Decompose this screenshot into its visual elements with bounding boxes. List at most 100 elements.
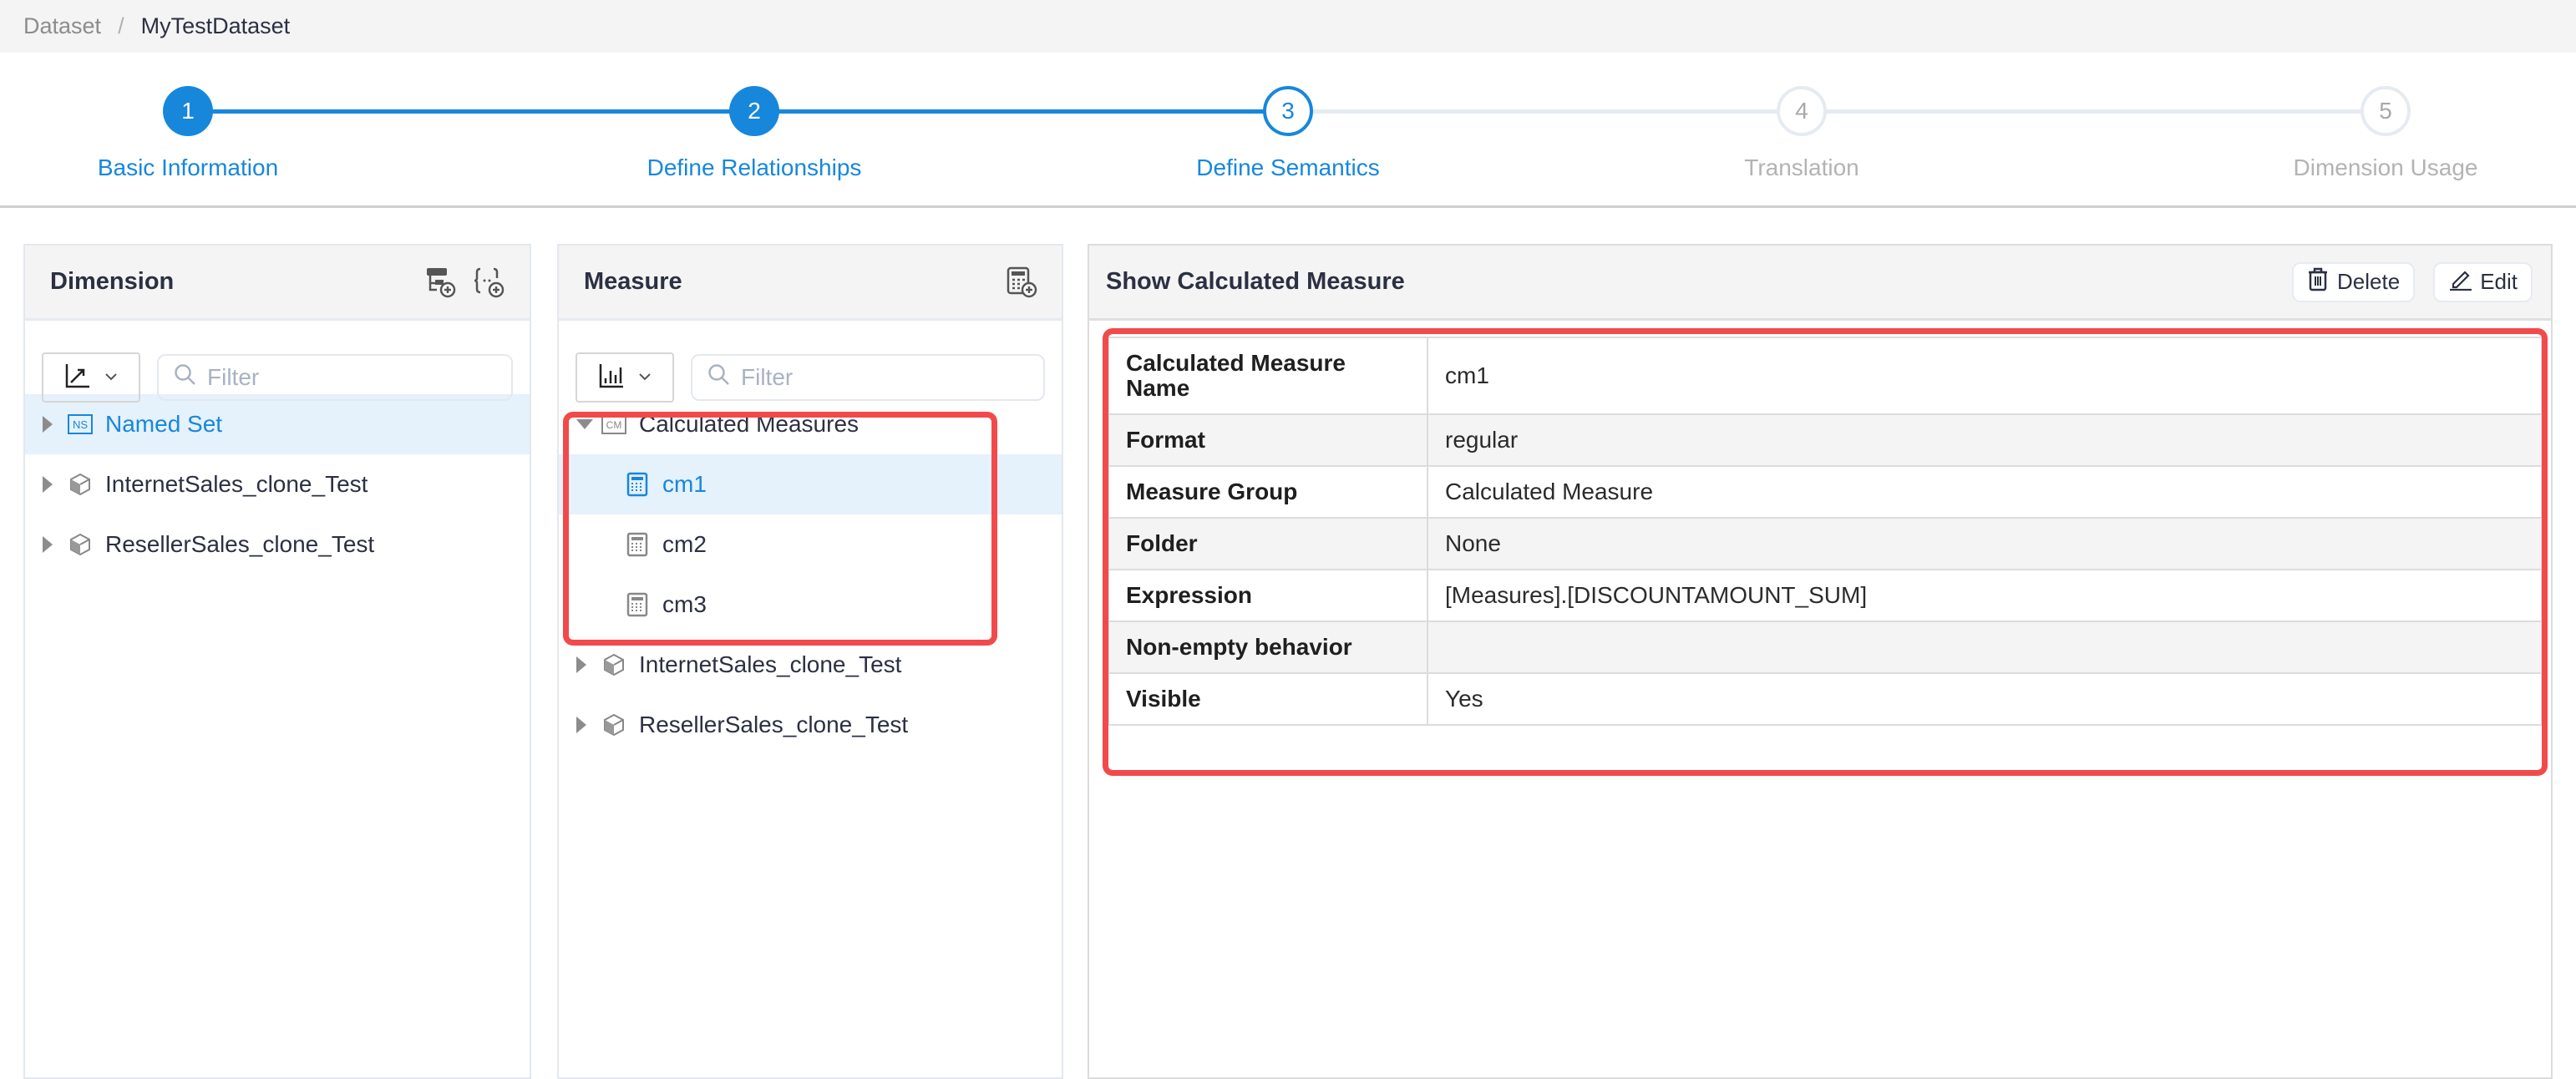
detail-panel-header: Show Calculated Measure Delete Edit (1089, 246, 2551, 321)
calculator-icon (624, 531, 651, 558)
trend-chart-icon (64, 362, 91, 393)
edit-button[interactable]: Edit (2433, 261, 2533, 302)
add-calculated-measure-icon[interactable] (1005, 266, 1038, 299)
step-number: 1 (163, 86, 213, 136)
delete-label: Delete (2337, 269, 2401, 294)
step-define-relationships[interactable]: 2 Define Relationships (587, 86, 921, 181)
dimension-panel-title: Dimension (50, 268, 175, 295)
calculator-icon (624, 591, 651, 618)
tree-item-named-set[interactable]: NS Named Set (25, 394, 530, 454)
property-key: Non-empty behavior (1108, 621, 1428, 674)
named-set-icon: NS (67, 411, 94, 438)
property-value: regular (1427, 413, 2543, 467)
wizard-steps: 1 Basic Information 2 Define Relationshi… (0, 53, 2576, 208)
property-key: Format (1108, 413, 1428, 467)
search-icon (707, 363, 731, 393)
tree-item-label: InternetSales_clone_Test (639, 651, 902, 677)
tree-item-resellersales[interactable]: ResellerSales_clone_Test (559, 695, 1062, 755)
caret-right-icon[interactable] (576, 716, 601, 734)
tree-group-calculated-measures[interactable]: CM Calculated Measures (559, 394, 1062, 454)
caret-right-icon[interactable] (42, 535, 67, 554)
property-key: Calculated Measure Name (1108, 337, 1428, 415)
measure-panel-header: Measure (559, 246, 1062, 321)
tree-item-cm1[interactable]: cm1 (559, 454, 1062, 514)
property-value: Calculated Measure (1427, 465, 2543, 519)
step-basic-information[interactable]: 1 Basic Information (21, 86, 355, 181)
measure-type-select[interactable] (576, 352, 674, 403)
add-hierarchy-icon[interactable] (424, 266, 458, 299)
table-row: Calculated Measure Name cm1 (1108, 337, 2543, 415)
property-key: Folder (1108, 517, 1428, 570)
table-row: Measure Group Calculated Measure (1108, 465, 2543, 519)
delete-button[interactable]: Delete (2292, 261, 2416, 302)
caret-right-icon[interactable] (576, 656, 601, 674)
search-icon (174, 363, 197, 393)
cube-icon (67, 471, 94, 498)
dimension-tree: NS Named Set InternetSales_clone_Test Re… (25, 394, 530, 575)
tree-item-internetsales[interactable]: InternetSales_clone_Test (559, 635, 1062, 695)
tree-item-label: cm3 (662, 591, 707, 617)
tree-item-label: InternetSales_clone_Test (105, 471, 368, 497)
step-label: Define Semantics (1196, 155, 1380, 180)
step-label: Translation (1744, 155, 1859, 180)
edit-label: Edit (2480, 269, 2518, 294)
property-value: Yes (1427, 672, 2543, 726)
measure-filter-input[interactable]: Filter (691, 354, 1045, 401)
step-dimension-usage[interactable]: 5 Dimension Usage (2219, 86, 2553, 181)
table-row: Format regular (1108, 413, 2543, 467)
filter-placeholder: Filter (207, 364, 260, 390)
chevron-down-icon (638, 370, 652, 385)
caret-right-icon[interactable] (42, 475, 67, 494)
svg-text:NS: NS (73, 418, 88, 431)
property-value: cm1 (1427, 337, 2543, 415)
step-number: 4 (1777, 86, 1827, 136)
caret-down-icon[interactable] (576, 418, 601, 430)
table-row: Visible Yes (1108, 672, 2543, 726)
filter-placeholder: Filter (741, 364, 794, 390)
tree-item-cm2[interactable]: cm2 (559, 514, 1062, 575)
svg-text:CM: CM (606, 419, 622, 431)
step-translation[interactable]: 4 Translation (1635, 86, 1969, 181)
step-label: Basic Information (97, 155, 279, 180)
chevron-down-icon (104, 370, 118, 385)
breadcrumb-dataset-link[interactable]: Dataset (23, 13, 101, 39)
dimension-filter-input[interactable]: Filter (157, 354, 513, 401)
detail-panel-title: Show Calculated Measure (1106, 268, 1405, 295)
calculated-measure-properties-table: Calculated Measure Name cm1 Format regul… (1108, 337, 2543, 726)
property-value (1427, 621, 2543, 674)
table-row: Non-empty behavior (1108, 621, 2543, 674)
cube-icon (601, 712, 627, 738)
tree-item-internetsales[interactable]: InternetSales_clone_Test (25, 454, 530, 514)
tree-item-label: Named Set (105, 411, 223, 437)
tree-item-resellersales[interactable]: ResellerSales_clone_Test (25, 514, 530, 575)
step-define-semantics[interactable]: 3 Define Semantics (1121, 86, 1455, 181)
tree-item-label: cm2 (662, 531, 707, 557)
dimension-panel-header: Dimension (25, 246, 530, 321)
bar-chart-icon (598, 362, 625, 393)
breadcrumb-separator: / (118, 13, 124, 38)
measure-panel: Measure Filter CM Calculated Measures cm… (557, 244, 1063, 1079)
measure-panel-title: Measure (584, 268, 682, 295)
calculated-measures-icon: CM (601, 411, 627, 438)
breadcrumb-current: MyTestDataset (140, 13, 291, 38)
caret-right-icon[interactable] (42, 415, 67, 433)
dimension-type-select[interactable] (42, 352, 140, 403)
trash-icon (2307, 266, 2329, 297)
table-row: Folder None (1108, 517, 2543, 570)
breadcrumb: Dataset / MyTestDataset (0, 0, 2576, 53)
add-named-set-icon[interactable] (473, 266, 506, 299)
step-label: Dimension Usage (2293, 155, 2478, 180)
property-key: Measure Group (1108, 465, 1428, 519)
step-label: Define Relationships (647, 155, 862, 180)
tree-item-label: ResellerSales_clone_Test (639, 712, 909, 737)
property-value: [Measures].[DISCOUNTAMOUNT_SUM] (1427, 569, 2543, 622)
measure-tree: CM Calculated Measures cm1 cm2 cm3 Inter… (559, 394, 1062, 755)
cube-icon (601, 651, 627, 678)
tree-item-label: cm1 (662, 471, 707, 497)
cube-icon (67, 531, 94, 558)
tree-item-cm3[interactable]: cm3 (559, 575, 1062, 635)
calculator-icon (624, 471, 651, 498)
property-key: Expression (1108, 569, 1428, 622)
tree-item-label: Calculated Measures (639, 411, 860, 437)
dimension-panel: Dimension Filter NS Named Set InternetSa… (23, 244, 531, 1079)
